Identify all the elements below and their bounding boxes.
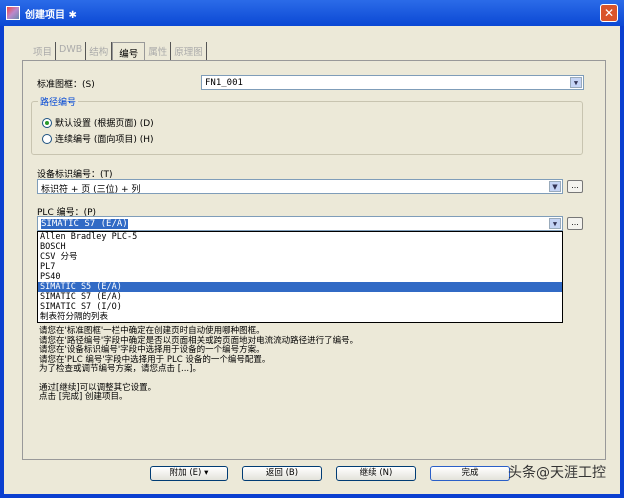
- title-bar: 创建项目 ✱ ✕: [0, 0, 624, 26]
- plc-option[interactable]: SIMATIC S7 (E/A): [38, 292, 562, 302]
- next-button[interactable]: 继续 (N): [336, 466, 416, 481]
- radio-label: 默认设置 (根据页面) (D): [55, 119, 154, 129]
- device-id-value: 标识符 + 页 (三位) + 列: [41, 185, 141, 195]
- close-button[interactable]: ✕: [600, 4, 618, 22]
- radio-label: 连续编号 (面向项目) (H): [55, 135, 154, 145]
- back-button[interactable]: 返回 (B): [242, 466, 322, 481]
- radio-unchecked-icon: [42, 133, 52, 144]
- plc-dropdown-list: Allen Bradley PLC-5 BOSCH CSV 分号 PL7 PS4…: [37, 231, 563, 323]
- extra-button[interactable]: 附加 (E) ▾: [150, 466, 228, 481]
- plc-option[interactable]: PS40: [38, 272, 562, 282]
- plc-value: SIMATIC S7 (E/A): [41, 219, 128, 229]
- plc-ellipsis-button[interactable]: ...: [567, 217, 583, 230]
- radio-continuous-project[interactable]: 连续编号 (面向项目) (H): [42, 132, 154, 145]
- chevron-down-icon[interactable]: ▼: [549, 181, 561, 192]
- plc-combo[interactable]: SIMATIC S7 (E/A) ▼: [37, 216, 563, 231]
- radio-checked-icon: [42, 117, 52, 128]
- standard-frame-value: FN1_001: [205, 78, 243, 88]
- radio-default-by-page[interactable]: 默认设置 (根据页面) (D): [42, 116, 154, 129]
- plc-option[interactable]: BOSCH: [38, 242, 562, 252]
- window-title: 创建项目 ✱: [25, 9, 77, 21]
- description-text: 请您在'标准图框'一栏中确定在创建页时自动使用哪种图框。 请您在'路径编号'字段…: [39, 326, 358, 403]
- plc-option-highlighted[interactable]: SIMATIC S5 (E/A): [38, 282, 562, 292]
- finish-button[interactable]: 完成: [430, 466, 510, 481]
- chevron-down-icon[interactable]: ▼: [549, 218, 561, 229]
- app-icon: [6, 6, 20, 20]
- standard-frame-combo[interactable]: FN1_001 ▼: [201, 75, 584, 90]
- device-id-combo[interactable]: 标识符 + 页 (三位) + 列 ▼: [37, 179, 563, 195]
- chevron-down-icon[interactable]: ▼: [570, 77, 582, 88]
- plc-option[interactable]: PL7: [38, 262, 562, 272]
- plc-option[interactable]: CSV 分号: [38, 252, 562, 262]
- tab-panel: 标准图框：(S) FN1_001 ▼ 路径编号 默认设置 (根据页面) (D) …: [22, 60, 606, 460]
- path-numbering-group: 路径编号 默认设置 (根据页面) (D) 连续编号 (面向项目) (H): [31, 95, 583, 155]
- standard-frame-label: 标准图框：(S): [37, 80, 95, 90]
- device-id-ellipsis-button[interactable]: ...: [567, 180, 583, 193]
- watermark: 头条@天涯工控: [508, 465, 606, 481]
- plc-option[interactable]: 制表符分隔的列表: [38, 312, 562, 322]
- plc-option[interactable]: Allen Bradley PLC-5: [38, 232, 562, 242]
- dialog-body: 项目 DWB 结构 编号 属性 原理图 标准图框：(S) FN1_001 ▼ 路…: [4, 26, 620, 494]
- path-numbering-title: 路径编号: [38, 95, 79, 108]
- plc-option[interactable]: SIMATIC S7 (I/O): [38, 302, 562, 312]
- description-line: 为了检查或调节编号方案，请您点击 [...]。: [39, 364, 201, 374]
- description-line: 点击 [完成] 创建项目。: [39, 392, 128, 402]
- dialog-window: 创建项目 ✱ ✕ 项目 DWB 结构 编号 属性 原理图 标准图框：(S) FN…: [0, 0, 624, 498]
